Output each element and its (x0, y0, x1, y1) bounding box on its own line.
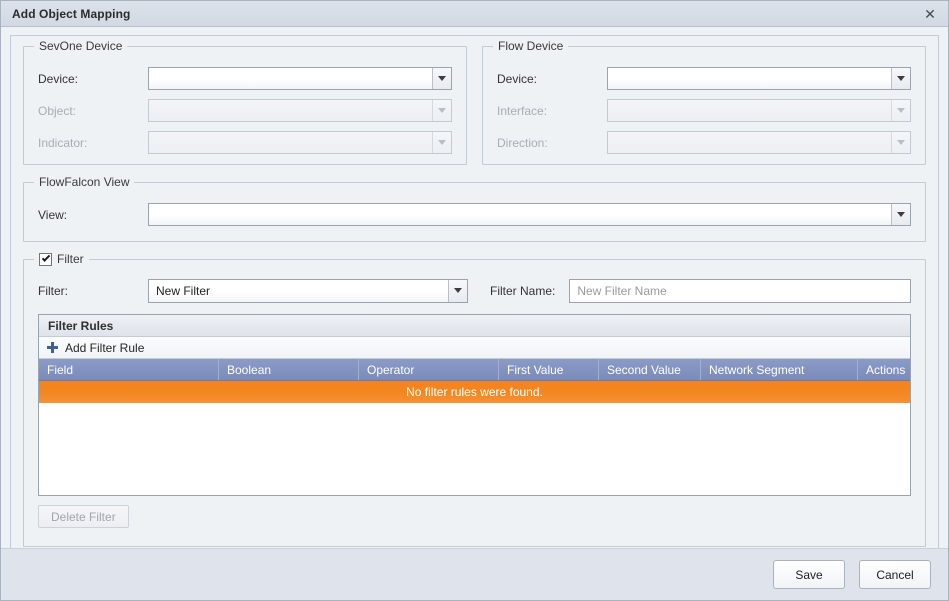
column-header-second-value[interactable]: Second Value (599, 359, 701, 380)
sevone-device-select-value (149, 68, 432, 89)
close-icon[interactable]: ✕ (922, 6, 938, 22)
flow-device-group: Flow Device Device: Interface: Direction… (482, 39, 926, 165)
flowfalcon-view-select[interactable] (148, 203, 911, 226)
delete-filter-row: Delete Filter (38, 505, 911, 528)
flow-interface-field-row: Interface: (497, 97, 911, 124)
flow-interface-select-value (608, 100, 891, 121)
sevone-object-label: Object: (38, 103, 77, 118)
content-panel: SevOne Device Device: Object: Indicator:… (10, 35, 939, 548)
flow-interface-select (607, 99, 911, 122)
sevone-indicator-field-row: Indicator: (38, 129, 452, 156)
sevone-device-group: SevOne Device Device: Object: Indicator: (23, 39, 467, 165)
flow-direction-select-value (608, 132, 891, 153)
column-header-boolean[interactable]: Boolean (219, 359, 359, 380)
chevron-down-icon (432, 132, 451, 153)
cancel-button[interactable]: Cancel (859, 560, 931, 589)
flow-direction-select (607, 131, 911, 154)
filter-legend-label: Filter (57, 252, 84, 266)
dialog-body: SevOne Device Device: Object: Indicator:… (1, 27, 948, 548)
filter-legend: Filter (34, 252, 89, 266)
flow-device-label: Device: (497, 71, 538, 86)
flowfalcon-view-group: FlowFalcon View View: (23, 175, 926, 242)
chevron-down-icon[interactable] (891, 68, 910, 89)
filter-name-label: Filter Name: (490, 283, 556, 298)
flow-device-legend-label: Flow Device (498, 39, 564, 53)
empty-state-row: No filter rules were found. (39, 381, 910, 403)
add-filter-rule-button[interactable]: Add Filter Rule (65, 341, 144, 355)
delete-filter-button[interactable]: Delete Filter (38, 505, 129, 528)
filter-select[interactable]: New Filter (148, 278, 468, 303)
save-button[interactable]: Save (773, 560, 845, 589)
chevron-down-icon[interactable] (891, 204, 910, 225)
filter-label: Filter: (38, 283, 68, 298)
chevron-down-icon[interactable] (432, 68, 451, 89)
flowfalcon-view-legend: FlowFalcon View (34, 175, 135, 189)
flow-interface-label: Interface: (497, 103, 548, 118)
sevone-object-select (148, 99, 452, 122)
column-header-network-segment[interactable]: Network Segment (701, 359, 858, 380)
chevron-down-icon[interactable] (448, 279, 467, 302)
filter-rules-title: Filter Rules (39, 315, 910, 337)
sevone-object-field-row: Object: (38, 97, 452, 124)
dialog-titlebar: Add Object Mapping ✕ (1, 1, 948, 27)
flow-direction-label: Direction: (497, 135, 548, 150)
filter-enabled-checkbox[interactable] (39, 252, 52, 266)
filter-rules-header-row: Field Boolean Operator First Value Secon… (39, 359, 910, 381)
flowfalcon-view-label: View: (38, 207, 68, 222)
flow-device-select-value (608, 68, 891, 89)
filter-selection-row: Filter: New Filter Filter Name: (38, 278, 911, 303)
sevone-indicator-select (148, 131, 452, 154)
add-object-mapping-dialog: Add Object Mapping ✕ SevOne Device Devic… (0, 0, 949, 601)
dialog-footer: Save Cancel (1, 548, 948, 600)
filter-rules-toolbar: Add Filter Rule (39, 337, 910, 359)
sevone-device-label: Device: (38, 71, 79, 86)
flowfalcon-view-select-value (149, 204, 891, 225)
filter-name-input[interactable] (569, 278, 911, 303)
sevone-device-field-row: Device: (38, 65, 452, 92)
chevron-down-icon (891, 100, 910, 121)
column-header-operator[interactable]: Operator (359, 359, 499, 380)
sevone-object-select-value (149, 100, 432, 121)
flow-device-field-row: Device: (497, 65, 911, 92)
sevone-indicator-label: Indicator: (38, 135, 88, 150)
chevron-down-icon (432, 100, 451, 121)
sevone-indicator-select-value (149, 132, 432, 153)
flow-device-select[interactable] (607, 67, 911, 90)
dialog-title: Add Object Mapping (12, 6, 131, 21)
sevone-device-select[interactable] (148, 67, 452, 90)
grid-empty-body (39, 403, 910, 495)
sevone-device-legend: SevOne Device (34, 39, 128, 53)
chevron-down-icon (891, 132, 910, 153)
column-header-first-value[interactable]: First Value (499, 359, 599, 380)
flow-device-legend: Flow Device (493, 39, 569, 53)
column-header-field[interactable]: Field (39, 359, 219, 380)
flow-direction-field-row: Direction: (497, 129, 911, 156)
flowfalcon-view-field-row: View: (38, 201, 911, 228)
column-header-actions[interactable]: Actions (858, 359, 910, 380)
device-groups-row: SevOne Device Device: Object: Indicator:… (23, 39, 926, 165)
plus-icon[interactable] (47, 342, 58, 353)
filter-rules-grid: Filter Rules Add Filter Rule Field Boole… (38, 314, 911, 496)
filter-select-value: New Filter (156, 283, 211, 298)
flowfalcon-view-legend-label: FlowFalcon View (39, 175, 130, 189)
filter-group: Filter Filter: New Filter Filter Name: F… (23, 252, 926, 547)
sevone-device-legend-label: SevOne Device (39, 39, 123, 53)
